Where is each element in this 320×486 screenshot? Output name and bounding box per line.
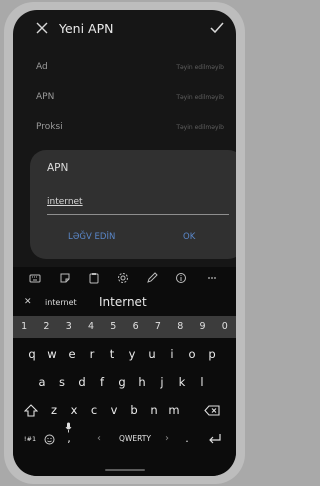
key-r[interactable]: r xyxy=(84,344,100,364)
key-o[interactable]: o xyxy=(184,344,200,364)
setting-label: Proksi xyxy=(36,122,63,132)
key-w[interactable]: w xyxy=(44,344,60,364)
arrow-left-icon[interactable]: ‹ xyxy=(91,429,107,449)
setting-row-name[interactable]: Ad Təyin edilməyib xyxy=(13,54,236,84)
arrow-right-icon[interactable]: › xyxy=(159,429,175,449)
key-e[interactable]: e xyxy=(64,344,80,364)
key-s[interactable]: s xyxy=(54,372,70,392)
suggestion-item[interactable]: Internet xyxy=(99,295,147,309)
key-row-1: q w e r t y u i o p xyxy=(13,344,236,368)
shift-icon[interactable] xyxy=(24,404,38,417)
key-d[interactable]: d xyxy=(74,372,90,392)
key-a[interactable]: a xyxy=(34,372,50,392)
page-title: Yeni APN xyxy=(59,21,114,36)
clipboard-icon[interactable] xyxy=(88,272,100,284)
key-7[interactable]: 7 xyxy=(151,318,165,336)
key-1[interactable]: 1 xyxy=(17,318,31,336)
key-c[interactable]: c xyxy=(86,400,102,420)
gesture-bar xyxy=(105,469,145,471)
symbols-key[interactable]: !#1 xyxy=(19,429,41,449)
close-icon[interactable] xyxy=(35,21,49,35)
key-0[interactable]: 0 xyxy=(218,318,232,336)
key-v[interactable]: v xyxy=(106,400,122,420)
key-5[interactable]: 5 xyxy=(106,318,120,336)
key-6[interactable]: 6 xyxy=(129,318,143,336)
close-suggestions-icon[interactable]: ✕ xyxy=(24,297,32,307)
key-u[interactable]: u xyxy=(144,344,160,364)
keyboard-icon[interactable] xyxy=(29,272,41,284)
key-row-2: a s d f g h j k l xyxy=(13,372,236,396)
apn-input[interactable]: internet xyxy=(47,196,229,215)
key-row-3: z x c v b n m xyxy=(13,400,236,424)
dialog-title: APN xyxy=(47,162,69,174)
key-x[interactable]: x xyxy=(66,400,82,420)
key-l[interactable]: l xyxy=(194,372,210,392)
key-g[interactable]: g xyxy=(114,372,130,392)
key-n[interactable]: n xyxy=(146,400,162,420)
key-q[interactable]: q xyxy=(24,344,40,364)
suggestion-bar: ✕ internet Internet xyxy=(13,293,236,315)
enter-icon[interactable] xyxy=(208,433,222,445)
more-icon[interactable] xyxy=(206,272,218,284)
keyboard-toolbar xyxy=(13,267,236,291)
info-icon[interactable] xyxy=(175,272,187,284)
setting-label: APN xyxy=(36,92,55,102)
app-bar: Yeni APN xyxy=(13,10,236,52)
cancel-button[interactable]: LƏĞV EDİN xyxy=(68,232,115,242)
sticker-icon[interactable] xyxy=(59,272,71,284)
key-y[interactable]: y xyxy=(124,344,140,364)
key-z[interactable]: z xyxy=(46,400,62,420)
setting-row-proxy[interactable]: Proksi Təyin edilməyib xyxy=(13,114,236,144)
suggestion-item[interactable]: internet xyxy=(45,298,77,307)
number-row: 1 2 3 4 5 6 7 8 9 0 xyxy=(13,316,236,338)
key-i[interactable]: i xyxy=(164,344,180,364)
period-key[interactable]: . xyxy=(179,429,195,449)
key-8[interactable]: 8 xyxy=(173,318,187,336)
key-row-bottom: !#1 , ‹ QWERTY › . xyxy=(13,422,236,453)
emoji-icon[interactable] xyxy=(44,434,55,445)
key-p[interactable]: p xyxy=(204,344,220,364)
key-b[interactable]: b xyxy=(126,400,142,420)
key-h[interactable]: h xyxy=(134,372,150,392)
key-f[interactable]: f xyxy=(94,372,110,392)
key-4[interactable]: 4 xyxy=(84,318,98,336)
setting-value: Təyin edilməyib xyxy=(176,64,224,71)
key-j[interactable]: j xyxy=(154,372,170,392)
apn-input-value: internet xyxy=(47,197,83,207)
key-t[interactable]: t xyxy=(104,344,120,364)
edit-icon[interactable] xyxy=(146,272,158,284)
key-3[interactable]: 3 xyxy=(62,318,76,336)
backspace-icon[interactable] xyxy=(204,405,220,416)
phone-screen: Yeni APN Ad Təyin edilməyib APN Təyin ed… xyxy=(13,10,236,476)
key-2[interactable]: 2 xyxy=(39,318,53,336)
setting-label: Ad xyxy=(36,62,48,72)
space-key[interactable]: QWERTY xyxy=(113,429,157,449)
keyboard: ✕ internet Internet 1 2 3 4 5 6 7 8 9 0 … xyxy=(13,267,236,476)
save-check-icon[interactable] xyxy=(210,22,224,34)
setting-value: Təyin edilməyib xyxy=(176,124,224,131)
key-m[interactable]: m xyxy=(166,400,182,420)
key-k[interactable]: k xyxy=(174,372,190,392)
apn-dialog: APN internet LƏĞV EDİN OK xyxy=(30,150,236,259)
mic-icon xyxy=(65,422,72,433)
setting-value: Təyin edilməyib xyxy=(176,94,224,101)
setting-row-apn[interactable]: APN Təyin edilməyib xyxy=(13,84,236,114)
key-9[interactable]: 9 xyxy=(196,318,210,336)
ok-button[interactable]: OK xyxy=(183,232,195,242)
settings-icon[interactable] xyxy=(117,272,129,284)
